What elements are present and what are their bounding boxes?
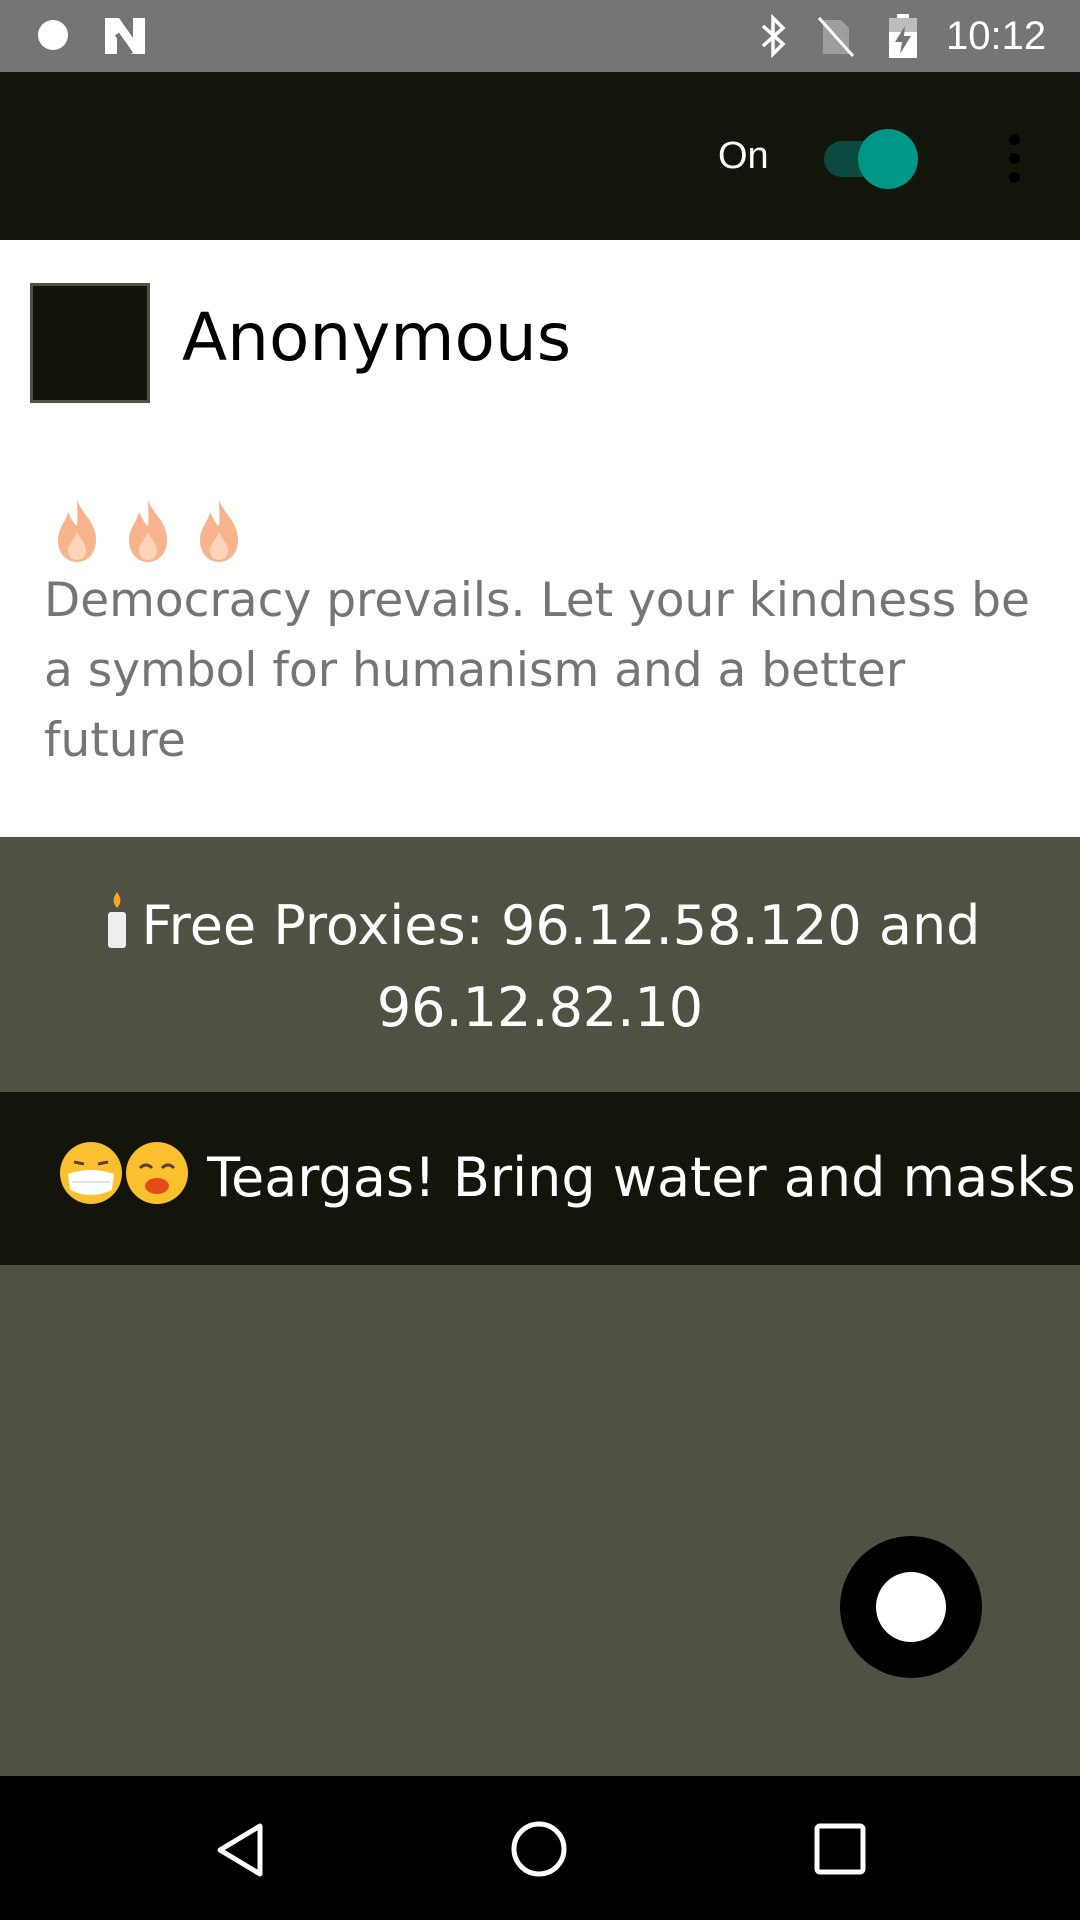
message-text: Democracy prevails. Let your kindness be… xyxy=(44,573,1030,768)
status-bar: 10:12 xyxy=(0,0,1080,72)
n-logo-icon xyxy=(105,18,145,56)
more-vert-icon[interactable] xyxy=(996,128,1032,184)
fire-icon xyxy=(129,500,168,562)
avatar xyxy=(30,283,150,403)
banner-content: Teargas! Bring water and masks xyxy=(58,1136,1076,1220)
fire-icon xyxy=(58,500,96,562)
banner-proxies[interactable]: Free Proxies: 96.12.58.120 and 96.12.82.… xyxy=(0,837,1080,1092)
message-card[interactable]: Anonymous Democracy prevails. Let your k… xyxy=(0,240,1080,837)
on-off-switch[interactable] xyxy=(822,127,922,189)
app-bar: On xyxy=(0,72,1080,240)
weary-face-icon xyxy=(126,1142,188,1204)
clock: 10:12 xyxy=(946,14,1047,58)
record-button[interactable] xyxy=(840,1536,982,1678)
mask-face-icon xyxy=(60,1142,122,1204)
navigation-bar xyxy=(0,1776,1080,1920)
toggle-label: On xyxy=(718,135,769,177)
recents-icon[interactable] xyxy=(812,1821,868,1877)
banner-text: Teargas! Bring water and masks xyxy=(207,1146,1076,1209)
bluetooth-icon xyxy=(761,14,786,58)
banner-text: Free Proxies: 96.12.58.120 and 96.12.82.… xyxy=(141,894,981,1039)
author-name: Anonymous xyxy=(182,299,572,376)
switch-thumb xyxy=(858,129,918,189)
candle-icon xyxy=(107,892,126,948)
home-icon[interactable] xyxy=(509,1819,569,1879)
banner-content: Free Proxies: 96.12.58.120 and 96.12.82.… xyxy=(60,885,1020,1049)
record-icon xyxy=(876,1572,946,1642)
banner-teargas[interactable]: Teargas! Bring water and masks xyxy=(0,1092,1080,1265)
no-sim-icon xyxy=(817,16,855,58)
emoji-row xyxy=(52,498,260,564)
back-icon[interactable] xyxy=(212,1820,272,1880)
notification-dot-icon xyxy=(38,20,68,50)
fire-icon xyxy=(200,500,239,562)
battery-charging-icon xyxy=(889,14,917,58)
